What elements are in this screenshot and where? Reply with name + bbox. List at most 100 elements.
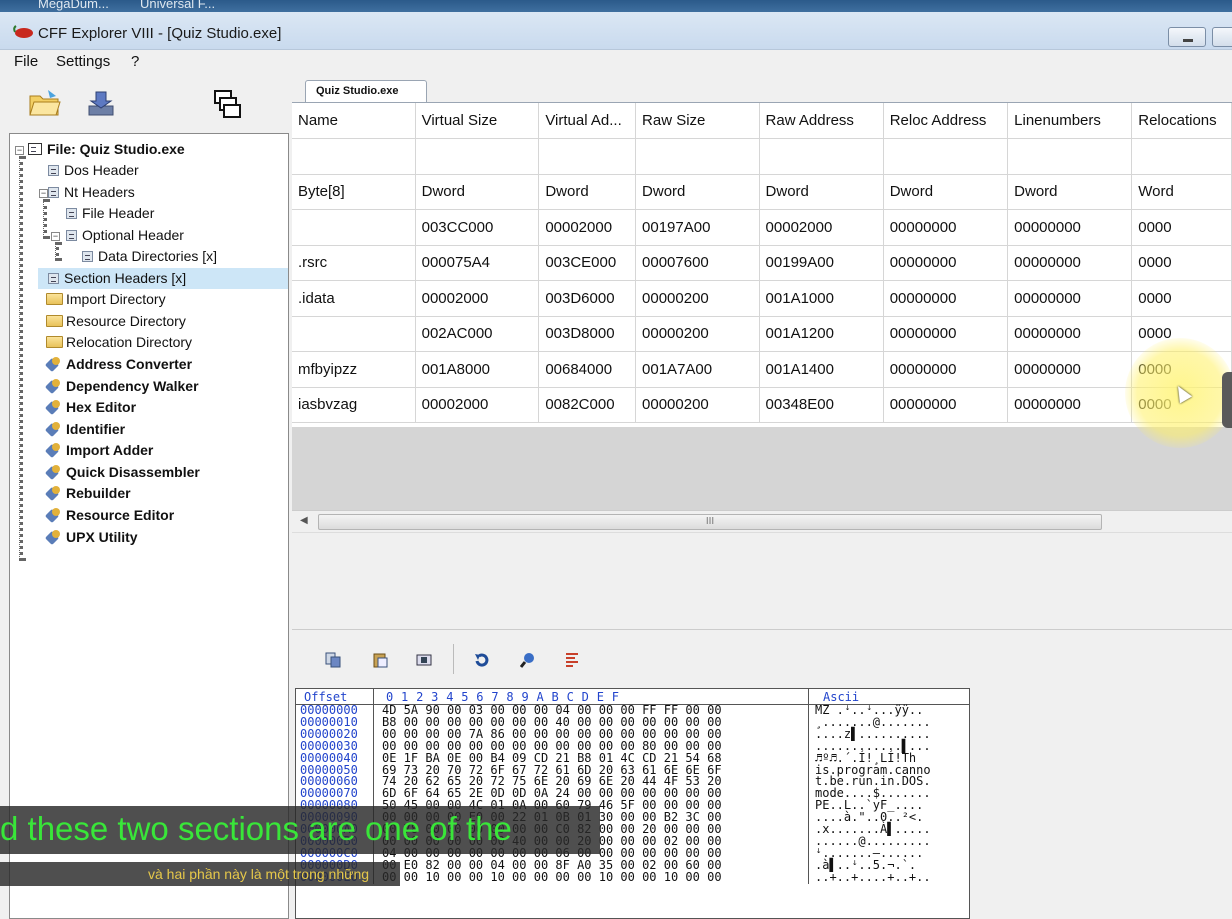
tree-item-optional-header[interactable]: Optional Header [66, 225, 184, 246]
windows-icon[interactable] [212, 88, 242, 120]
table-cell[interactable]: 003CC000 [415, 209, 540, 246]
table-cell[interactable]: 001A8000 [415, 351, 540, 388]
open-folder-icon[interactable] [28, 88, 62, 118]
expand-toggle[interactable]: − [51, 232, 60, 241]
table-cell[interactable]: 00000200 [635, 316, 760, 352]
table-cell[interactable]: 00002000 [415, 387, 540, 423]
save-icon[interactable] [86, 88, 116, 118]
table-cell[interactable]: 00000200 [635, 280, 760, 317]
tree-item-resource-editor[interactable]: Resource Editor [47, 505, 174, 526]
maximize-button[interactable] [1212, 27, 1232, 47]
table-cell[interactable]: mfbyipzz [292, 351, 416, 388]
table-cell[interactable]: 002AC000 [415, 316, 540, 352]
table-cell[interactable]: 00000000 [1007, 245, 1133, 281]
table-cell[interactable] [292, 316, 416, 352]
fill-icon[interactable] [416, 652, 432, 668]
tree-item-rebuilder[interactable]: Rebuilder [47, 483, 131, 504]
tree-item-data-directories[interactable]: Data Directories [x] [82, 246, 217, 267]
expand-toggle[interactable]: − [39, 189, 48, 198]
table-cell[interactable]: 00000000 [883, 316, 1009, 352]
tree-root[interactable]: File: Quiz Studio.exe [28, 139, 185, 160]
table-cell[interactable]: 00002000 [415, 280, 540, 317]
table-row[interactable]: .idata 00002000 003D6000 00000200 001A1000 00… [292, 280, 1232, 317]
column-header[interactable]: Raw Size [635, 103, 760, 139]
table-cell[interactable]: 00000000 [1007, 209, 1133, 246]
table-cell[interactable]: 0000 [1131, 245, 1232, 281]
column-header[interactable]: Raw Address [759, 103, 884, 139]
table-row[interactable]: 003CC000 00002000 00197A00 00002000 00000000… [292, 209, 1232, 246]
table-cell[interactable]: 0000 [1131, 351, 1232, 388]
table-cell[interactable]: 001A1200 [759, 316, 884, 352]
goto-icon[interactable] [564, 652, 580, 668]
table-cell[interactable]: .rsrc [292, 245, 416, 281]
tab-quiz-studio[interactable]: Quiz Studio.exe [305, 80, 427, 102]
table-cell[interactable]: 00000000 [1007, 280, 1133, 317]
table-row[interactable]: .rsrc 000075A4 003CE000 00007600 00199A00 000… [292, 245, 1232, 281]
tree-item-dos-header[interactable]: Dos Header [48, 160, 139, 181]
table-cell[interactable]: 003CE000 [538, 245, 637, 281]
table-cell[interactable]: 0000 [1131, 280, 1232, 317]
tree-item-import-adder[interactable]: Import Adder [47, 440, 153, 461]
menu-settings[interactable]: Settings [56, 53, 110, 70]
tree-item-import-directory[interactable]: Import Directory [46, 289, 166, 310]
column-header[interactable]: Virtual Ad... [538, 103, 637, 139]
column-header[interactable]: Relocations [1131, 103, 1232, 139]
table-cell[interactable]: 00000000 [1007, 316, 1133, 352]
table-cell[interactable]: 0000 [1131, 316, 1232, 352]
tree-item-resource-directory[interactable]: Resource Directory [46, 311, 186, 332]
tree-item-file-header[interactable]: File Header [66, 203, 154, 224]
tree-item-address-converter[interactable]: Address Converter [47, 354, 192, 375]
table-row[interactable]: mfbyipzz 001A8000 00684000 001A7A00 001A1400… [292, 351, 1232, 388]
tree-item-hex-editor[interactable]: Hex Editor [47, 397, 136, 418]
table-cell[interactable]: 00002000 [759, 209, 884, 246]
table-cell[interactable]: 003D6000 [538, 280, 637, 317]
table-cell[interactable]: 00000000 [883, 209, 1009, 246]
table-cell[interactable]: 00000000 [883, 280, 1009, 317]
copy-icon[interactable] [325, 652, 341, 668]
paste-icon[interactable] [372, 652, 388, 668]
tree-item-relocation-directory[interactable]: Relocation Directory [46, 332, 192, 353]
table-cell[interactable]: 00000000 [883, 351, 1009, 388]
scrollbar-thumb[interactable]: III [318, 514, 1102, 530]
table-cell[interactable]: 003D8000 [538, 316, 637, 352]
table-cell[interactable]: .idata [292, 280, 416, 317]
tree-item-identifier[interactable]: Identifier [47, 419, 125, 440]
table-cell[interactable]: 00199A00 [759, 245, 884, 281]
table-cell[interactable]: 00000000 [1007, 351, 1133, 388]
table-cell[interactable]: 00000200 [635, 387, 760, 423]
table-cell[interactable] [292, 209, 416, 246]
table-cell[interactable]: 00684000 [538, 351, 637, 388]
table-cell[interactable]: 00000000 [1007, 387, 1133, 423]
table-row[interactable]: 002AC000 003D8000 00000200 001A1200 00000000… [292, 316, 1232, 352]
table-cell[interactable]: 0000 [1131, 209, 1232, 246]
table-cell[interactable]: 00000000 [883, 387, 1009, 423]
column-header[interactable]: Reloc Address [883, 103, 1009, 139]
table-cell[interactable]: 00197A00 [635, 209, 760, 246]
table-cell[interactable]: 001A7A00 [635, 351, 760, 388]
column-header[interactable]: Virtual Size [415, 103, 540, 139]
tree-item-quick-disassembler[interactable]: Quick Disassembler [47, 462, 200, 483]
bytes-column[interactable]: 4D 5A 90 00 03 00 00 00 04 00 00 00 FF F… [374, 704, 809, 884]
tree-item-dependency-walker[interactable]: Dependency Walker [47, 376, 199, 397]
column-header[interactable]: Linenumbers [1007, 103, 1133, 139]
tree-item-section-headers[interactable]: Section Headers [x] [38, 268, 288, 289]
ascii-column[interactable]: MZ .ꜜ..ꜜ...ÿÿ.. ¸.......@....... ....z▌.… [809, 704, 969, 884]
table-cell[interactable]: 001A1400 [759, 351, 884, 388]
table-cell[interactable]: 001A1000 [759, 280, 884, 317]
table-cell[interactable]: 000075A4 [415, 245, 540, 281]
find-icon[interactable] [520, 652, 536, 668]
taskbar-item[interactable]: Universal F... [140, 0, 215, 11]
menu-help[interactable]: ? [131, 53, 139, 70]
table-cell[interactable]: 00007600 [635, 245, 760, 281]
taskbar-item[interactable]: MegaDum... [38, 0, 109, 11]
column-header[interactable]: Name [292, 103, 416, 139]
scroll-left-icon[interactable]: ◀ [300, 515, 308, 526]
table-cell[interactable]: iasbvzag [292, 387, 416, 423]
tree-item-nt-headers[interactable]: Nt Headers [48, 182, 135, 203]
table-row[interactable]: iasbvzag 00002000 0082C000 00000200 00348E00… [292, 387, 1232, 423]
table-cell[interactable]: 00002000 [538, 209, 637, 246]
table-cell[interactable]: 00348E00 [759, 387, 884, 423]
expand-toggle[interactable]: − [15, 146, 24, 155]
minimize-button[interactable] [1168, 27, 1206, 47]
horizontal-scrollbar[interactable]: ◀ III [292, 510, 1232, 532]
